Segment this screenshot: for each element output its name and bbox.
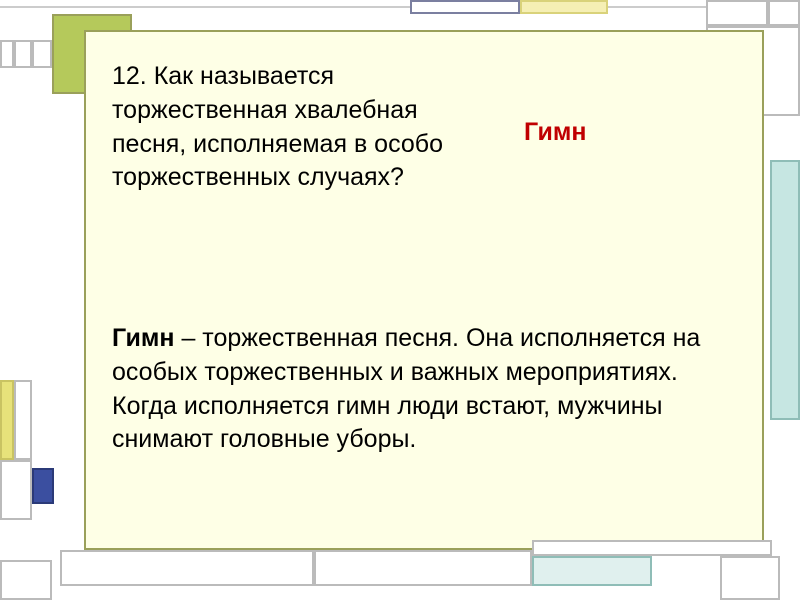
deco-left-mid-b bbox=[14, 380, 32, 460]
deco-top-center bbox=[410, 0, 520, 14]
deco-bottom-b bbox=[314, 550, 532, 586]
deco-bottom-left bbox=[0, 560, 52, 600]
slide: 12. Как называется торжественная хвалебн… bbox=[0, 0, 800, 600]
definition-body: – торжественная песня. Она исполняется н… bbox=[112, 324, 700, 453]
deco-left-a bbox=[0, 40, 14, 68]
deco-top-right-b bbox=[768, 0, 800, 26]
deco-bottom-teal bbox=[532, 556, 652, 586]
question-text: 12. Как называется торжественная хвалебн… bbox=[112, 60, 492, 195]
deco-left-yellow bbox=[0, 380, 14, 460]
deco-bottom-c bbox=[532, 540, 772, 556]
deco-left-b bbox=[14, 40, 32, 68]
deco-bottom-right bbox=[720, 556, 780, 600]
definition-text: Гимн – торжественная песня. Она исполняе… bbox=[112, 322, 732, 457]
deco-right-teal bbox=[770, 160, 800, 420]
answer-text: Гимн bbox=[524, 118, 587, 147]
deco-top-right-a bbox=[706, 0, 768, 26]
deco-top-yellow bbox=[520, 0, 608, 14]
deco-left-mid-c bbox=[0, 460, 32, 520]
deco-top-strip bbox=[0, 0, 800, 8]
deco-bottom-a bbox=[60, 550, 314, 586]
content-box: 12. Как называется торжественная хвалебн… bbox=[84, 30, 764, 550]
deco-left-blue bbox=[32, 468, 54, 504]
definition-term: Гимн bbox=[112, 324, 175, 352]
deco-left-c bbox=[32, 40, 52, 68]
